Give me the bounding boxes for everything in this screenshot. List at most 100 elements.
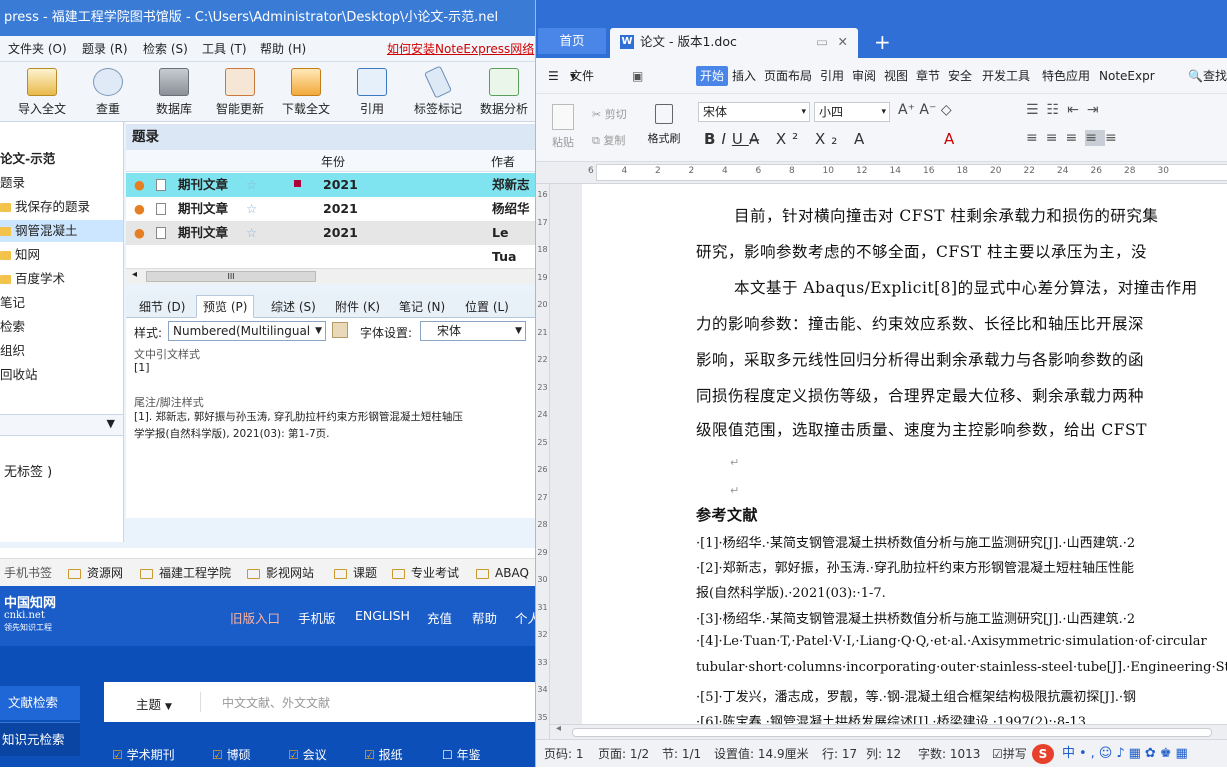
menu-folder[interactable]: 文件夹 (O) xyxy=(8,36,67,62)
star-icon[interactable]: ☆ xyxy=(246,197,257,221)
font-name-select[interactable]: 宋体 ▾ xyxy=(698,102,810,122)
col-author[interactable]: 作者 xyxy=(491,153,515,170)
tab-preview[interactable]: 预览 (P) xyxy=(196,295,255,318)
menu-search[interactable]: 检索 (S) xyxy=(143,36,188,62)
cnki-search-box[interactable]: 主题 ▼ 中文文献、外文文献 xyxy=(104,682,535,722)
cite-button[interactable]: 引用 xyxy=(340,66,404,120)
font-grow-shrink-icons[interactable]: A⁺ A⁻ ◇ xyxy=(898,102,952,118)
tree-item-cnki[interactable]: 知网 xyxy=(0,244,40,266)
tree-item-saved[interactable]: 我保存的题录 xyxy=(0,196,90,218)
menu-insert[interactable]: 插入 xyxy=(732,58,756,94)
save-icon[interactable]: ▣ xyxy=(632,58,643,94)
data-analysis-button[interactable]: 数据分析 xyxy=(472,66,536,120)
menu-chapter[interactable]: 章节 xyxy=(916,58,940,94)
menu-review[interactable]: 审阅 xyxy=(852,58,876,94)
download-fulltext-button[interactable]: 下载全文 xyxy=(274,66,338,120)
menu-file[interactable]: 文件 ▾ xyxy=(570,58,594,94)
style-select[interactable]: Numbered(Multilingual ▼ xyxy=(168,321,326,341)
search-input[interactable]: 中文文献、外文文献 xyxy=(222,694,330,711)
tab-location[interactable]: 位置 (L) xyxy=(458,295,516,318)
tab-restore-icon[interactable]: ▭ xyxy=(816,28,828,56)
star-icon[interactable]: ☆ xyxy=(246,173,257,197)
document-page[interactable]: 目前，针对横向撞击对 CFST 柱剩余承载力和损伤的研究集 研究，影响参数考虑的… xyxy=(582,184,1227,724)
menu-layout[interactable]: 页面布局 xyxy=(764,58,812,94)
horizontal-scrollbar[interactable]: ◂ III xyxy=(126,268,535,284)
bookmark-resources[interactable]: 资源网 xyxy=(68,559,123,587)
tree-item-recycle[interactable]: 回收站 xyxy=(0,364,38,386)
duplicate-check-button[interactable]: 查重 xyxy=(76,66,140,120)
paste-button[interactable]: 粘贴 xyxy=(548,104,578,156)
status-page[interactable]: 页码: 1 xyxy=(544,740,584,768)
tab-summary[interactable]: 综述 (S) xyxy=(264,295,323,318)
bookmark-exam[interactable]: 专业考试 xyxy=(392,559,459,587)
side-literature-search[interactable]: 文献检索 xyxy=(0,686,80,720)
font-color-icon[interactable]: A xyxy=(944,130,954,148)
new-tab-button[interactable]: + xyxy=(874,30,891,54)
import-fulltext-button[interactable]: 导入全文 xyxy=(10,66,74,120)
nav-english[interactable]: ENGLISH xyxy=(355,608,410,623)
col-year[interactable]: 年份 xyxy=(321,153,345,170)
status-setting[interactable]: 设置值: 14.9厘米 xyxy=(714,740,809,768)
tree-item-records[interactable]: 题录 xyxy=(0,172,25,194)
nav-recharge[interactable]: 充值 xyxy=(427,608,452,627)
menu-view[interactable]: 视图 xyxy=(884,58,908,94)
side-knowledge-search[interactable]: 知识元检索 xyxy=(0,722,80,756)
menu-features[interactable]: 特色应用 xyxy=(1042,58,1090,94)
format-icons-row[interactable]: BIUA̶ X² X₂ A xyxy=(704,130,870,148)
hamburger-icon[interactable]: ☰ xyxy=(548,58,559,94)
check-conference[interactable]: ☑ 会议 xyxy=(288,746,327,763)
style-manager-icon[interactable] xyxy=(332,322,348,338)
nav-old-entry[interactable]: 旧版入口 xyxy=(230,608,280,627)
bookmark-topic[interactable]: 课题 xyxy=(334,559,377,587)
menu-reference[interactable]: 引用 xyxy=(820,58,844,94)
bookmark-fjut[interactable]: 福建工程学院 xyxy=(140,559,231,587)
smart-update-button[interactable]: 智能更新 xyxy=(208,66,272,120)
align-icons-row[interactable]: ≡≡≡≡≡ xyxy=(1026,130,1125,146)
menu-security[interactable]: 安全 xyxy=(948,58,972,94)
scroll-thumb[interactable] xyxy=(572,728,1212,737)
menu-start[interactable]: 开始 xyxy=(696,66,729,86)
font-size-select[interactable]: 小四 ▾ xyxy=(814,102,890,122)
tab-document[interactable]: W 论文 - 版本1.doc ▭ ✕ xyxy=(610,28,858,58)
tab-notes[interactable]: 笔记 (N) xyxy=(392,295,452,318)
tree-item-notes[interactable]: 笔记 xyxy=(0,292,25,314)
font-select[interactable]: 宋体 ▼ xyxy=(420,321,526,341)
table-row[interactable]: ● 期刊文章 ☆ 2021 杨绍华 xyxy=(126,197,535,221)
tree-root[interactable]: 论文-示范 xyxy=(0,148,55,170)
format-painter-button[interactable]: 格式刷 xyxy=(644,102,684,146)
tree-item-cfst[interactable]: 钢管混凝土 xyxy=(0,220,123,242)
status-section[interactable]: 节: 1/1 xyxy=(662,740,701,768)
database-button[interactable]: 数据库 xyxy=(142,66,206,120)
sogou-ime-icon[interactable]: S xyxy=(1032,744,1054,764)
tags-dropdown[interactable]: ▼ xyxy=(0,414,123,436)
check-yearbook[interactable]: ☐ 年鉴 xyxy=(442,746,481,763)
check-newspaper[interactable]: ☑ 报纸 xyxy=(364,746,403,763)
tab-home[interactable]: 首页 xyxy=(538,28,606,54)
promo-link[interactable]: 如何安装NoteExpress网络 xyxy=(387,36,534,62)
bookmark-abaqus[interactable]: ABAQ xyxy=(476,559,529,587)
nav-help[interactable]: 帮助 xyxy=(472,608,497,627)
status-wordcount[interactable]: 字数: 1013 xyxy=(918,740,980,768)
scroll-left-icon[interactable]: ◂ xyxy=(132,269,137,280)
check-journal[interactable]: ☑ 学术期刊 xyxy=(112,746,175,763)
tree-item-organize[interactable]: 组织 xyxy=(0,340,25,362)
cnki-logo[interactable]: 中国知网 cnki.net 领先知识工程 xyxy=(4,597,56,634)
tree-item-baidu[interactable]: 百度学术 xyxy=(0,268,65,290)
nav-mobile[interactable]: 手机版 xyxy=(298,608,336,627)
table-row[interactable]: ● 期刊文章 ☆ 2021 Le Tua xyxy=(126,221,535,264)
scroll-thumb[interactable]: III xyxy=(146,271,316,282)
tag-button[interactable]: 标签标记 xyxy=(406,65,470,120)
horizontal-scrollbar[interactable]: ◂ xyxy=(550,723,1227,739)
tab-detail[interactable]: 细节 (D) xyxy=(132,295,192,318)
status-col[interactable]: 列: 12 xyxy=(866,740,901,768)
bookmark-mobile[interactable]: 手机书签 xyxy=(4,559,52,587)
list-icons-row[interactable]: ☰☷⇤⇥ xyxy=(1026,102,1107,118)
ime-toolbar-icons[interactable]: 中•,☺♪▦✿♚▦ xyxy=(1062,740,1192,768)
scroll-left-icon[interactable]: ◂ xyxy=(556,723,561,734)
bookmark-video[interactable]: 影视网站 xyxy=(247,559,314,587)
status-row[interactable]: 行: 17 xyxy=(822,740,857,768)
menu-devtools[interactable]: 开发工具 xyxy=(982,58,1030,94)
close-icon[interactable]: ✕ xyxy=(838,28,848,56)
search-field-select[interactable]: 主题 ▼ xyxy=(136,694,172,713)
tab-attachment[interactable]: 附件 (K) xyxy=(328,295,387,318)
